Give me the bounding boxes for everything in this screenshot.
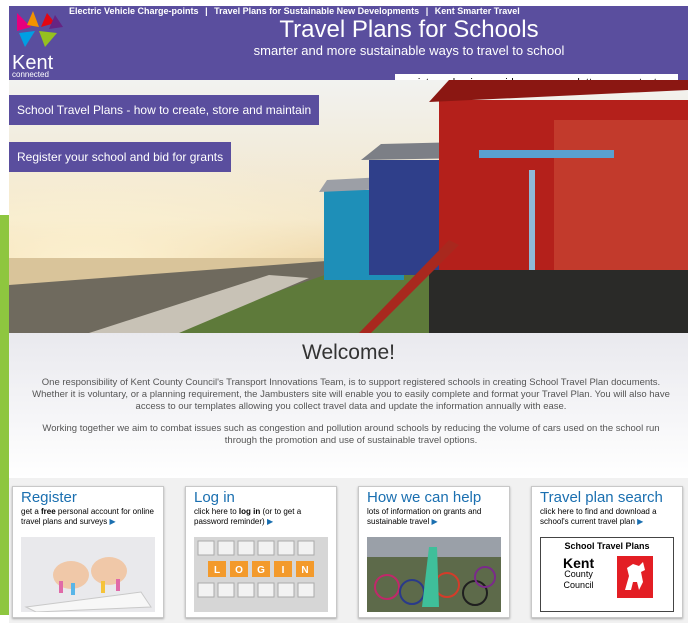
card-title: Log in xyxy=(194,489,235,506)
green-accent-bar xyxy=(0,215,9,615)
feature-cards: Register get a free personal account for… xyxy=(9,478,688,623)
badge-kent: Kent xyxy=(563,555,595,571)
key-n-label: N xyxy=(301,565,308,576)
promo-school-travel-plans[interactable]: School Travel Plans - how to create, sto… xyxy=(9,95,320,125)
white-horse-icon xyxy=(617,556,653,598)
card-description: lots of information on grants and sustai… xyxy=(367,507,482,526)
key-i-label: I xyxy=(282,565,285,576)
link-new-developments[interactable]: Travel Plans for Sustainable New Develop… xyxy=(214,6,419,16)
kcc-travel-plan-badge: School Travel Plans Kent County Council xyxy=(540,537,674,612)
welcome-paragraph-2: Working together we aim to combat issues… xyxy=(42,423,660,446)
welcome-heading: Welcome! xyxy=(302,341,395,364)
logo-sub: connected xyxy=(12,70,49,79)
link-separator: | xyxy=(425,6,429,16)
top-links: Electric Vehicle Charge-points | Travel … xyxy=(69,6,524,16)
card-description: click here to log in (or to get a passwo… xyxy=(194,507,302,526)
card-travel-plan-search[interactable]: Travel plan search click here to find an… xyxy=(531,486,683,618)
welcome-paragraph-1: One responsibility of Kent County Counci… xyxy=(32,377,670,412)
page-title: Travel Plans for Schools xyxy=(279,16,539,43)
card-log-in[interactable]: Log in click here to log in (or to get a… xyxy=(185,486,337,618)
site-header: Electric Vehicle Charge-points | Travel … xyxy=(9,6,688,80)
arrow-right-icon: ▶ xyxy=(266,517,274,526)
link-ev-chargepoints[interactable]: Electric Vehicle Charge-points xyxy=(69,6,199,16)
card-register[interactable]: Register get a free personal account for… xyxy=(12,486,164,618)
page-subtitle: smarter and more sustainable ways to tra… xyxy=(253,43,565,58)
logo-petals-icon xyxy=(17,11,63,47)
badge-county: County xyxy=(564,569,593,579)
typing-hands-image xyxy=(21,537,155,612)
key-o-label: O xyxy=(235,565,243,576)
key-g-label: G xyxy=(257,565,265,576)
bicycles-image xyxy=(367,537,501,612)
promo-register-school[interactable]: Register your school and bid for grants xyxy=(9,142,232,172)
card-how-we-can-help[interactable]: How we can help lots of information on g… xyxy=(358,486,510,618)
card-title: How we can help xyxy=(367,489,482,506)
card-description: click here to find and download a school… xyxy=(540,507,657,526)
welcome-section: Welcome! One responsibility of Kent Coun… xyxy=(9,333,688,478)
badge-council: Council xyxy=(563,580,594,590)
link-smarter-travel[interactable]: Kent Smarter Travel xyxy=(435,6,520,16)
card-title: Travel plan search xyxy=(540,489,663,506)
arrow-right-icon: ▶ xyxy=(431,517,438,526)
arrow-right-icon: ▶ xyxy=(109,517,116,526)
card-title: Register xyxy=(21,489,77,506)
badge-title: School Travel Plans xyxy=(564,541,650,551)
login-keyboard-image: L O G I N xyxy=(194,537,328,612)
arrow-right-icon: ▶ xyxy=(637,517,644,526)
hero-image: School Travel Plans - how to create, sto… xyxy=(9,80,688,333)
card-description: get a free personal account for online t… xyxy=(21,507,154,526)
kent-connected-logo[interactable]: Kent connected xyxy=(11,9,66,79)
key-l-label: L xyxy=(214,565,220,576)
link-separator: | xyxy=(205,6,208,16)
